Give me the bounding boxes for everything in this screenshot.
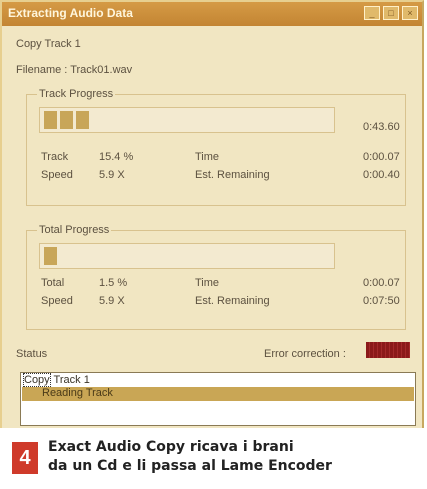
log-line-highlighted: Reading Track xyxy=(22,387,414,401)
total-remaining-value: 0:07:50 xyxy=(363,295,400,307)
copy-track-label: Copy Track 1 xyxy=(16,38,81,50)
total-label: Total xyxy=(41,277,65,289)
window-title: Extracting Audio Data xyxy=(8,6,133,20)
close-icon[interactable]: × xyxy=(402,6,418,20)
log-line-selected-text: Copy xyxy=(23,373,51,387)
track-progress-segment xyxy=(44,111,57,129)
track-remaining-label: Est. Remaining xyxy=(195,169,270,181)
total-progress-group: Total Progress Total 1.5 % Time 0:00.07 … xyxy=(26,224,406,330)
caption-number-badge: 4 xyxy=(12,442,38,474)
log-line: Copy Track 1 xyxy=(23,373,90,387)
window-controls: _ □ × xyxy=(364,6,418,20)
total-time-label: Time xyxy=(195,277,220,289)
track-percent: 15.4 % xyxy=(99,151,134,163)
track-progress-group: Track Progress 0:43.60 Track 15.4 % Time… xyxy=(26,88,406,206)
maximize-icon[interactable]: □ xyxy=(383,6,399,20)
status-log[interactable]: Copy Track 1 Reading Track xyxy=(20,372,416,426)
total-time-value: 0:00.07 xyxy=(363,277,400,289)
track-speed-label: Speed xyxy=(41,169,73,181)
error-correction-label: Error correction : xyxy=(264,348,346,360)
title-bar[interactable]: Extracting Audio Data _ □ × xyxy=(2,2,422,26)
total-percent: 1.5 % xyxy=(99,277,128,289)
caption-line-1: Exact Audio Copy ricava i brani xyxy=(48,439,294,455)
track-label: Track xyxy=(41,151,69,163)
track-progress-bar xyxy=(39,107,335,133)
extraction-window: Extracting Audio Data _ □ × Copy Track 1… xyxy=(0,0,424,428)
track-progress-title: Track Progress xyxy=(37,88,116,100)
track-progress-segment xyxy=(60,111,73,129)
error-correction-indicator xyxy=(366,342,410,358)
total-speed-value: 5.9 X xyxy=(99,295,125,307)
caption-line-2: da un Cd e li passa al Lame Encoder xyxy=(48,458,332,474)
total-progress-title: Total Progress xyxy=(37,224,112,236)
caption-text: Exact Audio Copy ricava i brani da un Cd… xyxy=(48,438,332,476)
track-remaining-value: 0:00.40 xyxy=(363,169,400,181)
filename-label: Filename : Track01.wav xyxy=(16,64,133,76)
log-line-text: Track 1 xyxy=(50,374,90,386)
total-remaining-label: Est. Remaining xyxy=(195,295,270,307)
total-progress-bar xyxy=(39,243,335,269)
track-speed-value: 5.9 X xyxy=(99,169,125,181)
status-label: Status xyxy=(16,348,48,360)
minimize-icon[interactable]: _ xyxy=(364,6,380,20)
track-total-time: 0:43.60 xyxy=(363,121,400,133)
track-time-label: Time xyxy=(195,151,220,163)
track-progress-segment xyxy=(76,111,89,129)
total-speed-label: Speed xyxy=(41,295,73,307)
total-progress-segment xyxy=(44,247,57,265)
track-time-value: 0:00.07 xyxy=(363,151,400,163)
